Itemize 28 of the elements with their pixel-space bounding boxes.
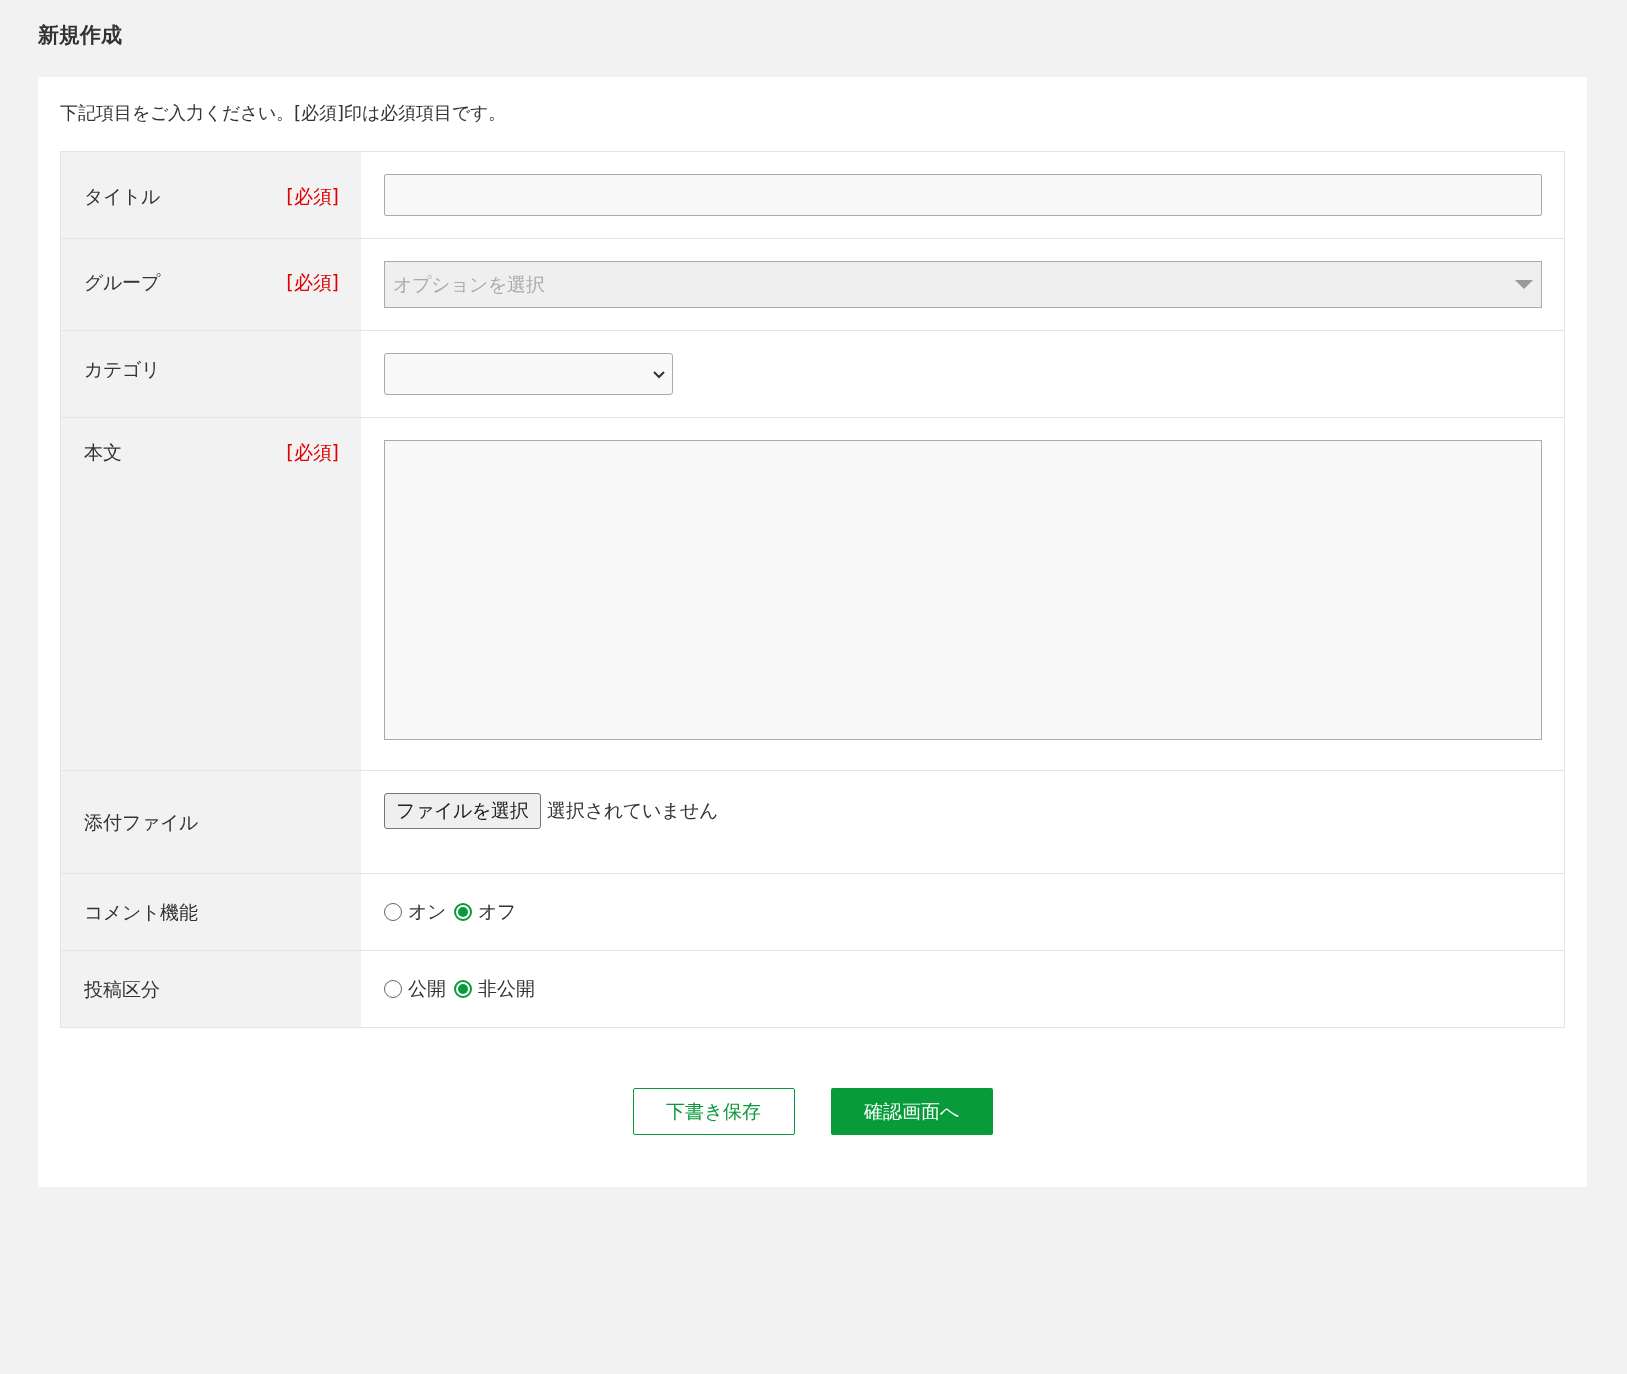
choose-file-button[interactable]: ファイルを選択	[384, 793, 541, 829]
field-label: 投稿区分	[84, 977, 160, 1002]
file-status: 選択されていません	[547, 798, 718, 823]
save-draft-button[interactable]: 下書き保存	[632, 1088, 795, 1135]
field-label: タイトル	[84, 184, 160, 209]
field-label: 本文	[84, 440, 122, 465]
instruction-text: 下記項目をご入力ください。[必須]印は必須項目です。	[60, 101, 508, 125]
category-select[interactable]	[384, 353, 673, 395]
radio-label[interactable]: オフ	[478, 899, 516, 925]
chevron-down-icon	[652, 369, 666, 379]
radio-button[interactable]	[454, 903, 472, 921]
title-input-field[interactable]	[384, 174, 1542, 216]
field-label: カテゴリ	[84, 357, 160, 382]
radio-label[interactable]: 非公開	[478, 976, 535, 1002]
required-mark: [必須]	[286, 440, 339, 465]
radio-button[interactable]	[384, 903, 402, 921]
required-mark: [必須]	[286, 270, 339, 295]
dropdown-triangle-icon	[1515, 279, 1533, 290]
page-title: 新規作成	[38, 22, 123, 49]
field-label: グループ	[84, 270, 160, 295]
confirm-button[interactable]: 確認画面へ	[830, 1088, 993, 1135]
field-label: コメント機能	[84, 900, 198, 925]
radio-button[interactable]	[384, 980, 402, 998]
radio-button[interactable]	[454, 980, 472, 998]
radio-label[interactable]: 公開	[408, 976, 446, 1002]
radio-label[interactable]: オン	[408, 899, 446, 925]
field-label: 添付ファイル	[84, 810, 198, 835]
required-mark: [必須]	[286, 184, 339, 209]
